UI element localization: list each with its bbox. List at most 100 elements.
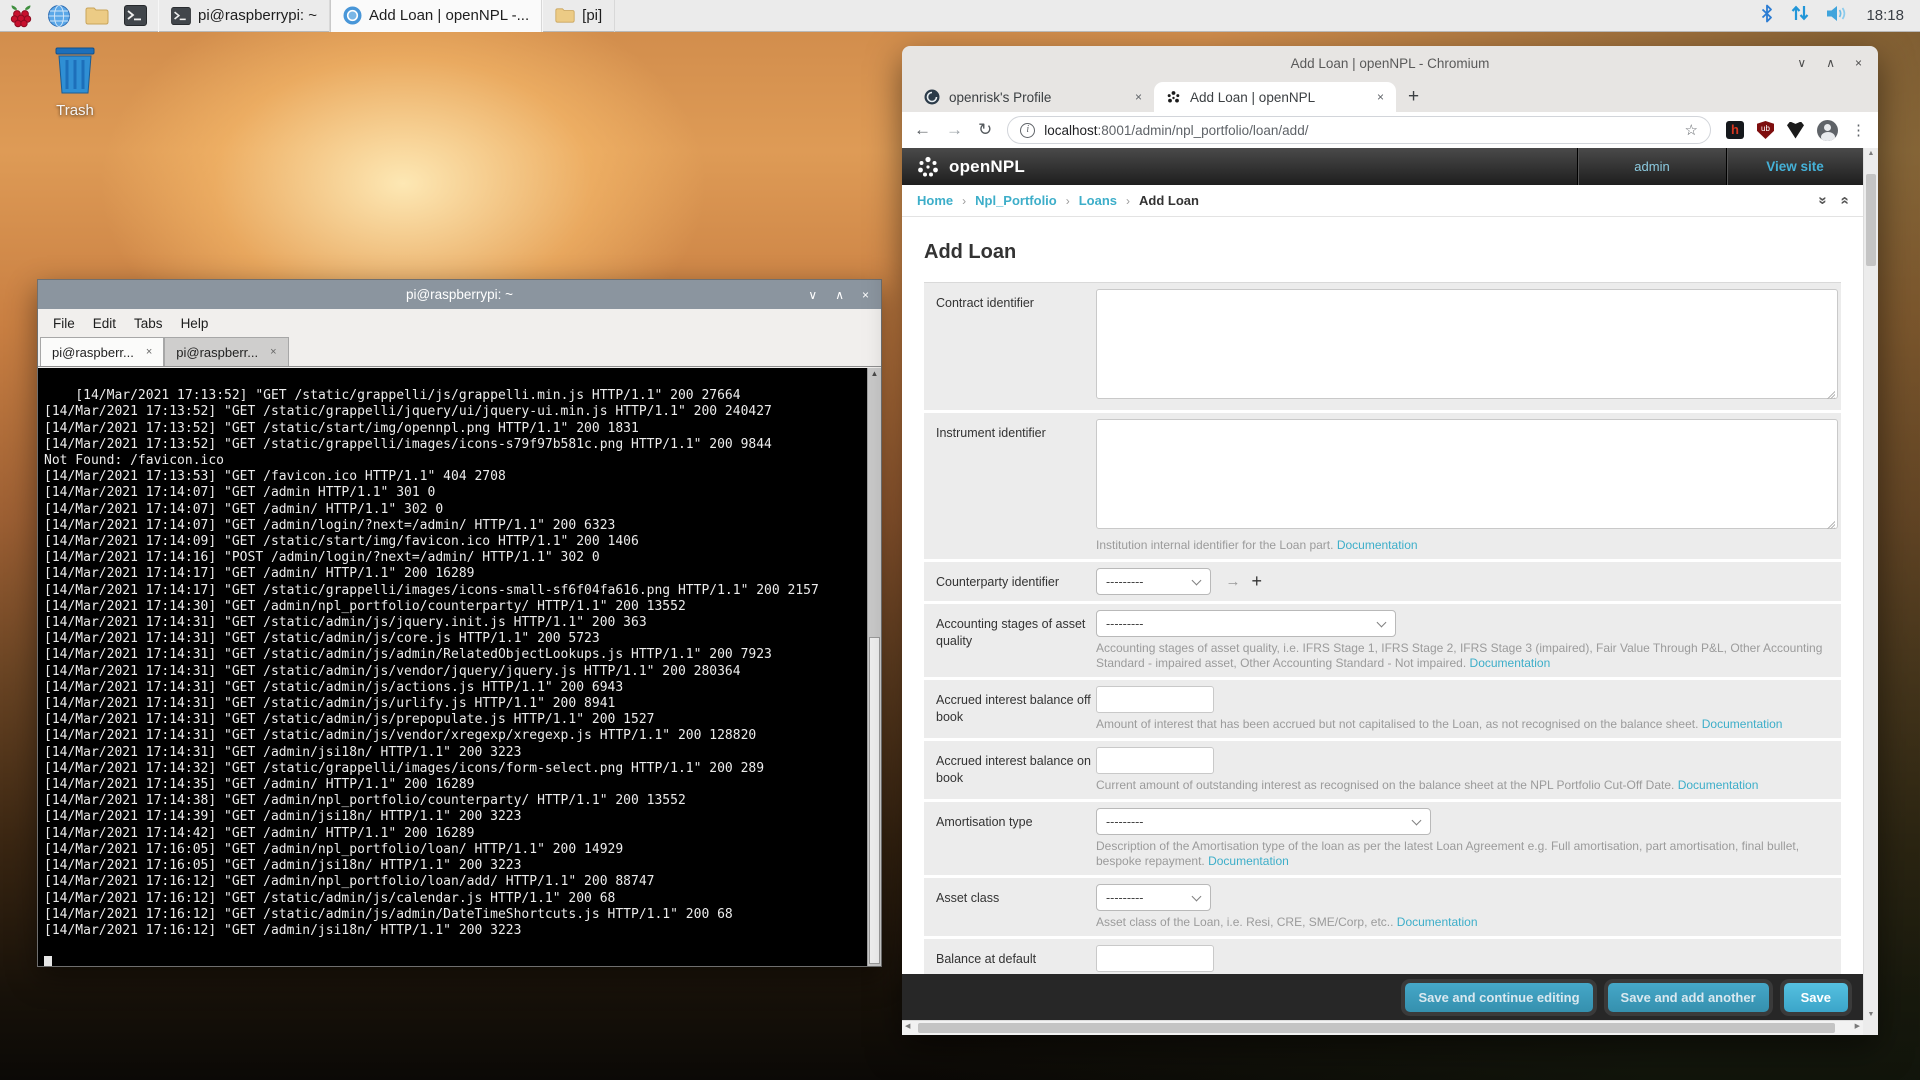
documentation-link[interactable]: Documentation <box>1337 538 1418 552</box>
counterparty-identifier-select[interactable]: --------- <box>1096 568 1211 595</box>
add-related-icon[interactable]: + <box>1251 571 1262 592</box>
expand-all-icon[interactable]: » <box>1835 196 1852 204</box>
tab-close-icon[interactable]: × <box>270 346 276 358</box>
documentation-link[interactable]: Documentation <box>1208 854 1289 868</box>
breadcrumb-loans[interactable]: Loans <box>1079 193 1117 208</box>
breadcrumb-home[interactable]: Home <box>917 193 953 208</box>
scroll-right-icon[interactable]: ▶ <box>1855 1022 1860 1030</box>
ublock-origin-icon[interactable]: ub <box>1757 121 1774 139</box>
browser-titlebar[interactable]: Add Loan | openNPL - Chromium ∨ ∧ × <box>902 46 1878 80</box>
resize-grip-icon[interactable] <box>1826 520 1835 529</box>
terminal-close-icon[interactable]: × <box>862 288 869 302</box>
new-tab-button[interactable]: + <box>1396 86 1431 112</box>
page-vertical-scrollbar[interactable]: ▲ ▼ <box>1863 148 1878 1020</box>
documentation-link[interactable]: Documentation <box>1702 717 1783 731</box>
page-info-icon[interactable]: i <box>1020 122 1036 138</box>
resize-grip-icon[interactable] <box>1826 390 1835 399</box>
browser-close-icon[interactable]: × <box>1855 56 1862 70</box>
terminal-minimize-icon[interactable]: ∨ <box>808 288 817 302</box>
field-label: Accrued interest balance off book <box>936 693 1091 724</box>
bookmark-star-icon[interactable]: ☆ <box>1685 121 1698 139</box>
terminal-titlebar[interactable]: pi@raspberrypi: ~ ∨ ∧ × <box>38 280 881 309</box>
header-view-site-link[interactable]: View site <box>1726 148 1863 185</box>
terminal-launcher-icon[interactable] <box>122 3 148 29</box>
page-horizontal-scrollbar[interactable]: ◀ ▶ <box>902 1020 1863 1035</box>
browser-menu-icon[interactable]: ⋮ <box>1851 121 1866 139</box>
reload-icon[interactable]: ↻ <box>978 120 992 140</box>
terminal-tab-2[interactable]: pi@raspberr... × <box>164 337 289 366</box>
field-help: Current amount of outstanding interest a… <box>1096 778 1675 792</box>
chevron-down-icon <box>1411 815 1422 826</box>
breadcrumb-current: Add Loan <box>1139 193 1199 208</box>
contract-identifier-textarea[interactable] <box>1096 289 1838 399</box>
accounting-stages-select[interactable]: --------- <box>1096 610 1396 637</box>
field-help: Accounting stages of asset quality, i.e.… <box>1096 641 1823 670</box>
profile-avatar-icon[interactable] <box>1817 119 1838 141</box>
field-label: Contract identifier <box>936 296 1034 310</box>
file-manager-launcher-icon[interactable] <box>84 3 110 29</box>
menu-edit[interactable]: Edit <box>84 316 125 331</box>
address-bar[interactable]: i localhost:8001/admin/npl_portfolio/loa… <box>1007 116 1711 144</box>
horizontal-scrollbar-thumb[interactable] <box>918 1023 1835 1033</box>
terminal-tab-1[interactable]: pi@raspberr... × <box>40 337 165 366</box>
menu-file[interactable]: File <box>44 316 84 331</box>
vertical-scrollbar-thumb[interactable] <box>1866 174 1876 266</box>
brand-name: openNPL <box>949 156 1026 176</box>
collapse-all-icon[interactable]: » <box>1815 196 1832 204</box>
menu-help[interactable]: Help <box>172 316 218 331</box>
instrument-identifier-textarea[interactable] <box>1096 419 1838 529</box>
field-label: Accounting stages of asset quality <box>936 617 1086 648</box>
documentation-link[interactable]: Documentation <box>1678 778 1759 792</box>
volume-icon[interactable] <box>1826 5 1850 27</box>
save-button[interactable]: Save <box>1783 982 1848 1012</box>
save-and-continue-button[interactable]: Save and continue editing <box>1405 982 1593 1012</box>
taskbar-window-terminal[interactable]: pi@raspberrypi: ~ <box>158 0 331 32</box>
tab-close-icon[interactable]: × <box>1135 90 1142 104</box>
accrued-interest-on-book-input[interactable] <box>1096 747 1214 774</box>
system-tray: 18:18 <box>1760 4 1912 28</box>
tab-close-icon[interactable]: × <box>1377 90 1384 104</box>
amortisation-type-select[interactable]: --------- <box>1096 808 1431 835</box>
trash-desktop-icon[interactable]: Trash <box>36 44 114 119</box>
breadcrumb-npl-portfolio[interactable]: Npl_Portfolio <box>975 193 1057 208</box>
https-everywhere-icon[interactable]: h <box>1726 121 1744 139</box>
raspberry-menu-icon[interactable] <box>8 3 34 29</box>
tab-close-icon[interactable]: × <box>146 346 152 358</box>
terminal-output-area[interactable]: [14/Mar/2021 17:13:52] "GET /static/grap… <box>38 368 881 966</box>
network-updown-icon[interactable] <box>1790 4 1810 27</box>
menu-tabs[interactable]: Tabs <box>125 316 172 331</box>
scroll-left-icon[interactable]: ◀ <box>905 1022 910 1030</box>
browser-tab-profile[interactable]: openrisk's Profile × <box>912 82 1154 112</box>
opennpl-page: openNPL admin View site Home › Npl_Portf… <box>902 148 1863 1020</box>
header-admin-link[interactable]: admin <box>1577 148 1726 185</box>
browser-maximize-icon[interactable]: ∧ <box>1826 56 1835 70</box>
terminal-scrollbar-thumb[interactable] <box>869 637 880 964</box>
documentation-link[interactable]: Documentation <box>1397 915 1478 929</box>
back-icon[interactable]: ← <box>914 120 931 140</box>
terminal-scrollbar[interactable]: ▲ <box>867 368 881 966</box>
balance-at-default-input[interactable] <box>1096 945 1214 972</box>
terminal-maximize-icon[interactable]: ∧ <box>835 288 844 302</box>
save-and-add-another-button[interactable]: Save and add another <box>1607 982 1769 1012</box>
site-header: openNPL admin View site <box>902 148 1863 185</box>
scroll-up-icon[interactable]: ▲ <box>868 369 881 378</box>
browser-minimize-icon[interactable]: ∨ <box>1797 56 1806 70</box>
scroll-down-icon[interactable]: ▼ <box>1864 1011 1878 1018</box>
taskbar-window-chromium[interactable]: Add Loan | openNPL -... <box>330 0 543 32</box>
forward-icon[interactable]: → <box>946 120 963 140</box>
brand[interactable]: openNPL <box>902 155 1577 179</box>
asset-class-select[interactable]: --------- <box>1096 884 1211 911</box>
field-help: Institution internal identifier for the … <box>1096 538 1334 552</box>
field-label: Accrued interest balance on book <box>936 754 1091 785</box>
goto-related-icon[interactable]: → <box>1225 573 1240 590</box>
documentation-link[interactable]: Documentation <box>1470 656 1551 670</box>
browser-tab-addloan[interactable]: Add Loan | openNPL × <box>1154 82 1396 112</box>
accrued-interest-off-book-input[interactable] <box>1096 686 1214 713</box>
web-browser-launcher-icon[interactable] <box>46 3 72 29</box>
scroll-up-icon[interactable]: ▲ <box>1864 150 1878 157</box>
form-row-counterparty-identifier: Counterparty identifier --------- → + <box>924 562 1841 604</box>
taskbar-window-filemanager[interactable]: [pi] <box>542 0 616 32</box>
bluetooth-icon[interactable] <box>1760 4 1774 28</box>
privacy-badger-icon[interactable] <box>1787 121 1804 139</box>
tab-title: Add Loan | openNPL <box>1190 89 1316 105</box>
